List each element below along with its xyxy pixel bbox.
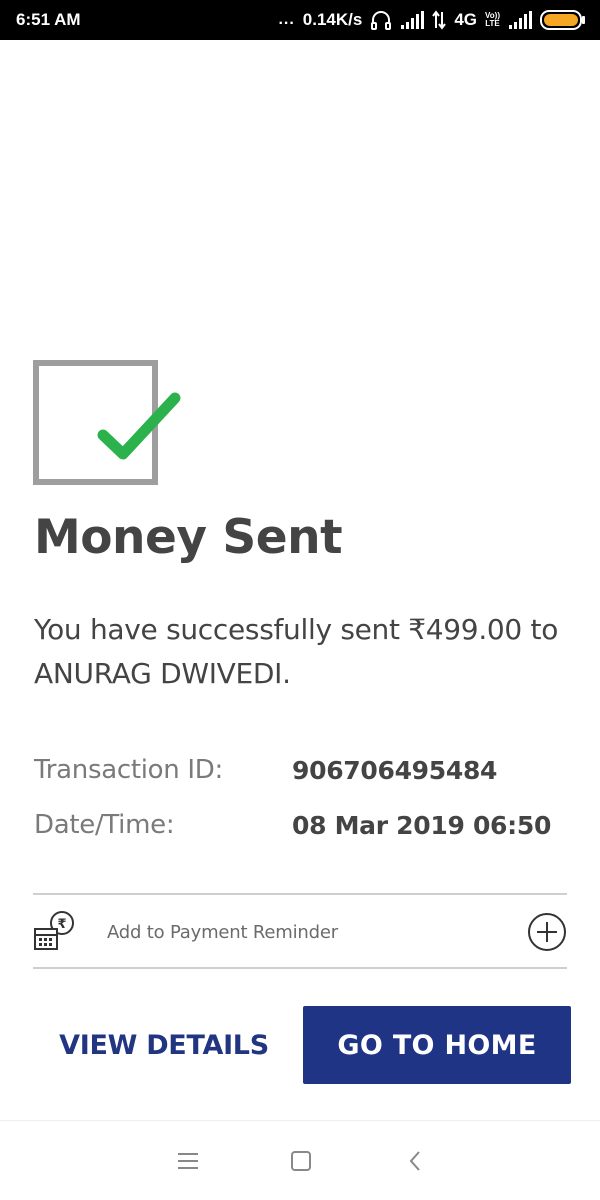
- transaction-id-label: Transaction ID:: [34, 755, 223, 785]
- page-title: Money Sent: [34, 510, 343, 565]
- notification-dots: ...: [278, 11, 295, 28]
- datetime-row: Date/Time: 08 Mar 2019 06:50: [34, 805, 574, 845]
- success-message: You have successfully sent ₹499.00 to AN…: [34, 613, 559, 690]
- status-time: 6:51 AM: [16, 10, 81, 29]
- data-arrows-icon: [432, 10, 447, 30]
- signal-icon: [508, 11, 532, 29]
- checkbox-checked-icon: [33, 360, 183, 485]
- svg-text:₹: ₹: [57, 917, 66, 932]
- datetime-value: 08 Mar 2019 06:50: [292, 810, 552, 840]
- datetime-label: Date/Time:: [34, 810, 175, 840]
- plus-circle-icon[interactable]: [527, 912, 567, 952]
- calendar-rupee-icon: ₹: [33, 909, 79, 955]
- transaction-id-row: Transaction ID: 906706495484: [34, 750, 574, 790]
- status-bar: 6:51 AM ... 0.14K/s 4G Vo)) LTE: [0, 0, 600, 40]
- status-icons: ... 0.14K/s 4G Vo)) LTE: [278, 9, 586, 31]
- go-to-home-button[interactable]: GO TO HOME: [303, 1006, 571, 1084]
- headset-icon: [370, 10, 392, 30]
- back-icon[interactable]: [404, 1149, 428, 1173]
- view-details-button[interactable]: VIEW DETAILS: [33, 1006, 295, 1084]
- system-nav-bar: [0, 1120, 600, 1200]
- network-type: 4G: [454, 10, 478, 29]
- network-speed: 0.14K/s: [302, 10, 363, 29]
- menu-icon[interactable]: [176, 1149, 200, 1173]
- signal-icon: [400, 11, 425, 29]
- home-square-icon[interactable]: [289, 1149, 313, 1173]
- divider-top: [33, 893, 567, 895]
- battery-icon: [540, 9, 586, 31]
- payment-reminder-row[interactable]: ₹ Add to Payment Reminder: [33, 896, 567, 968]
- divider-bottom: [33, 967, 567, 969]
- volte-icon: Vo)) LTE: [485, 11, 500, 28]
- payment-reminder-label: Add to Payment Reminder: [107, 921, 338, 943]
- transaction-id-value: 906706495484: [292, 755, 498, 785]
